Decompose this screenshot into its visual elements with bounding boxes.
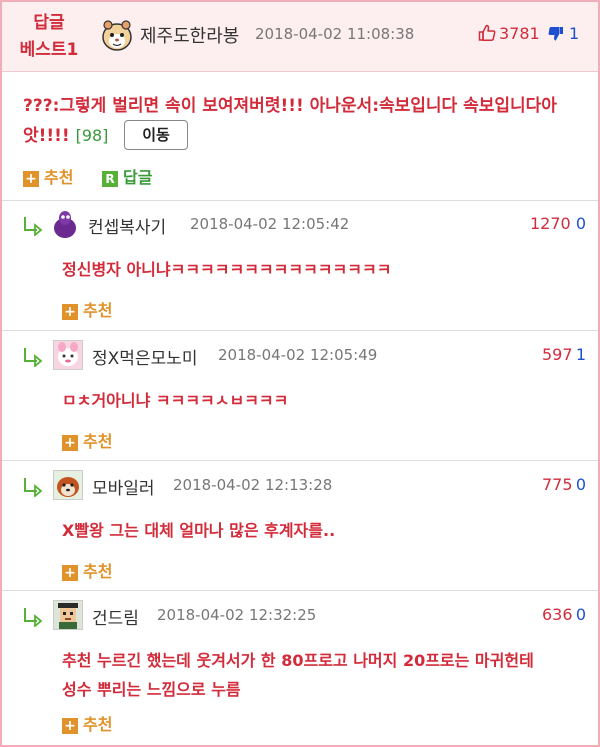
plus-icon: +: [23, 170, 39, 187]
reply-recommend-button[interactable]: + 추천: [62, 428, 112, 452]
move-button[interactable]: 이동: [124, 120, 188, 150]
plus-icon: +: [62, 434, 78, 451]
best-reply-card: 답글 베스트1 제주도한라봉 2018-04-02 11:08:38 3781 …: [0, 0, 600, 747]
reply-item: 건드림 2018-04-02 12:32:25 636 0 추천 누르긴 했는데…: [2, 590, 598, 745]
reply-button[interactable]: R 답글: [102, 164, 152, 188]
pink-character-avatar-icon[interactable]: [53, 340, 83, 370]
recommend-label: 추천: [83, 432, 113, 451]
post-up-count: 3781: [499, 24, 540, 43]
reply-text: 추천 누르긴 했는데 웃겨서가 한 80프로고 나머지 20프로는 마귀헌테 성…: [62, 646, 582, 704]
plus-icon: +: [62, 303, 78, 320]
thumbs-down-icon[interactable]: [548, 26, 564, 42]
reply-item: 모바일러 2018-04-02 12:13:28 775 0 X빨왕 그는 대체…: [2, 460, 598, 590]
post-down-count: 1: [569, 24, 580, 43]
reply-up-count: 597: [542, 345, 573, 364]
plus-icon: +: [62, 564, 78, 581]
reply-text-line-2: 성수 뿌리는 느낌으로 누름: [62, 680, 241, 699]
purple-blob-avatar-icon[interactable]: [53, 209, 77, 239]
graduate-avatar-icon[interactable]: [53, 600, 83, 630]
plus-icon: +: [62, 717, 78, 734]
reply-author-name[interactable]: 정X먹은모노미: [92, 344, 198, 369]
badge-line-2: 베스트1: [19, 40, 79, 60]
reply-arrow-icon: [24, 608, 43, 627]
recommend-label: 추천: [83, 715, 113, 734]
comment-count: [98]: [75, 126, 109, 145]
reply-down-count: 0: [575, 605, 586, 624]
red-panda-avatar-icon[interactable]: [53, 470, 83, 500]
reply-date: 2018-04-02 12:05:49: [218, 346, 378, 364]
recommend-label: 추천: [83, 562, 113, 581]
reply-text-line-1: 추천 누르긴 했는데 웃겨서가 한 80프로고 나머지 20프로는 마귀헌테: [62, 651, 534, 670]
post-text-line-2-wrap: 앗!!!! [98]: [23, 121, 583, 151]
reply-down-count: 1: [575, 345, 586, 364]
post-author-name[interactable]: 제주도한라봉: [140, 22, 239, 48]
reply-author-name[interactable]: 모바일러: [92, 474, 155, 499]
recommend-label: 추천: [83, 301, 113, 320]
reply-up-count: 1270: [530, 214, 571, 233]
post-text-line-2: 앗!!!!: [23, 126, 70, 146]
post-header: 답글 베스트1 제주도한라봉 2018-04-02 11:08:38 3781 …: [2, 2, 598, 72]
post-date: 2018-04-02 11:08:38: [255, 25, 415, 43]
reply-label: 답글: [123, 168, 153, 187]
post-text-line-1: ???:그렇게 벌리면 속이 보여져버렷!!! 아나운서:속보입니다 속보입니다…: [23, 96, 557, 116]
reply-author-name[interactable]: 컨셉복사기: [88, 213, 166, 238]
reply-text: ㅁㅊ거아니냐 ㅋㅋㅋㅋㅅㅂㅋㅋㅋ: [62, 391, 289, 410]
badge-line-1: 답글: [33, 13, 65, 33]
reply-arrow-icon: [24, 478, 43, 497]
reply-item: 정X먹은모노미 2018-04-02 12:05:49 597 1 ㅁㅊ거아니냐…: [2, 330, 598, 460]
reply-text: X빨왕 그는 대체 얼마나 많은 후계자를..: [62, 521, 336, 540]
reply-down-count: 0: [575, 475, 586, 494]
reply-recommend-button[interactable]: + 추천: [62, 711, 112, 735]
reply-arrow-icon: [24, 348, 43, 367]
reply-author-name[interactable]: 건드림: [92, 604, 139, 629]
reply-down-count: 0: [575, 214, 586, 233]
reply-date: 2018-04-02 12:05:42: [190, 215, 350, 233]
reply-recommend-button[interactable]: + 추천: [62, 558, 112, 582]
reply-recommend-button[interactable]: + 추천: [62, 297, 112, 321]
thumbs-up-icon[interactable]: [478, 24, 496, 42]
best-reply-badge: 답글 베스트1: [8, 10, 90, 64]
reply-date: 2018-04-02 12:13:28: [173, 476, 333, 494]
reply-up-count: 636: [542, 605, 573, 624]
recommend-button[interactable]: + 추천: [23, 164, 73, 188]
reply-text: 정신병자 아니냐ㅋㅋㅋㅋㅋㅋㅋㅋㅋㅋㅋㅋㅋㅋㅋ: [62, 260, 392, 279]
reply-up-count: 775: [542, 475, 573, 494]
hamster-avatar-icon[interactable]: [101, 18, 133, 52]
reply-arrow-icon: [24, 217, 43, 236]
reply-r-icon: R: [102, 170, 118, 187]
recommend-label: 추천: [44, 168, 74, 187]
reply-item: 컨셉복사기 2018-04-02 12:05:42 1270 0 정신병자 아니…: [2, 200, 598, 330]
reply-date: 2018-04-02 12:32:25: [157, 606, 317, 624]
post-body: ???:그렇게 벌리면 속이 보여져버렷!!! 아나운서:속보입니다 속보입니다…: [23, 92, 583, 151]
